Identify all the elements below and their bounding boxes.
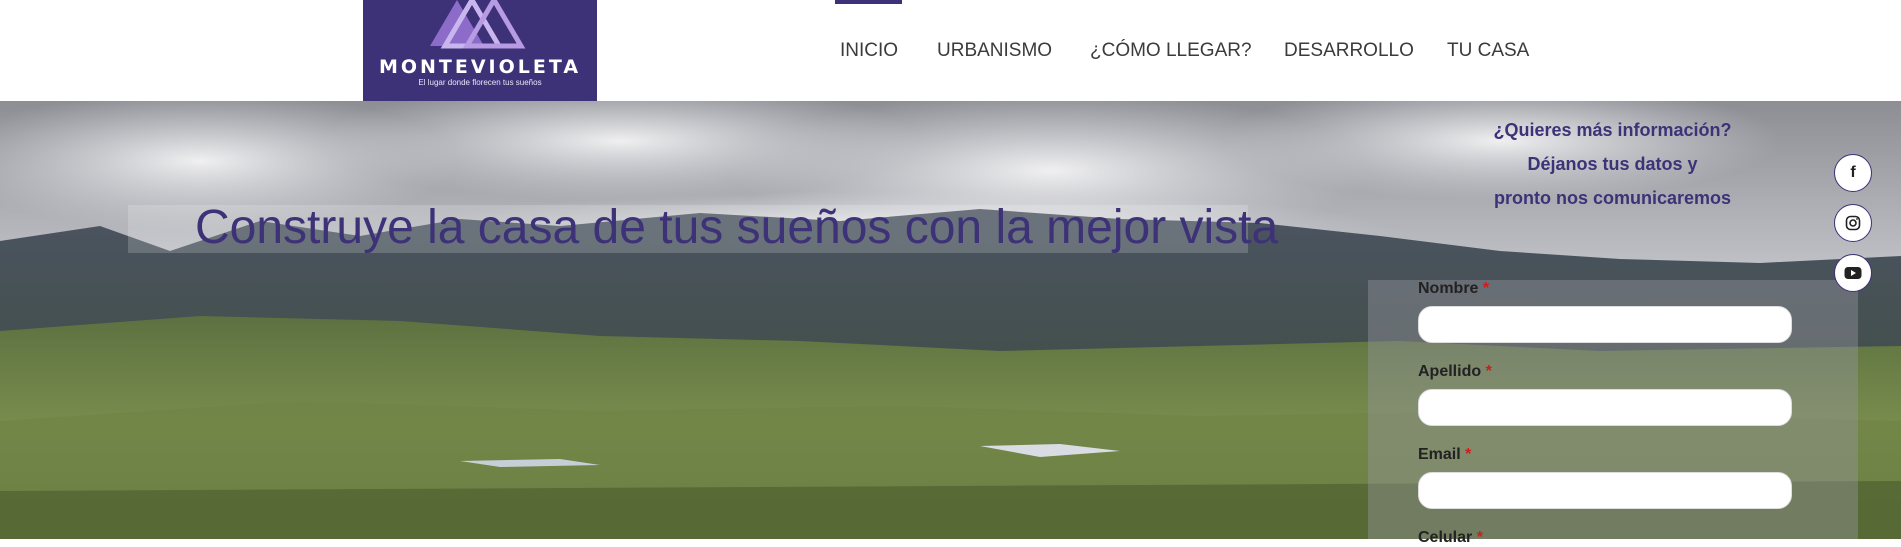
hero-headline: Construye la casa de tus sueños con la m…	[195, 201, 1279, 254]
nombre-label: Nombre *	[1418, 280, 1490, 297]
nav-item-tu-casa[interactable]: TU CASA	[1447, 40, 1529, 62]
instagram-button[interactable]	[1834, 204, 1872, 242]
info-line-1: ¿Quieres más información?	[1493, 120, 1732, 140]
nav-item-inicio[interactable]: INICIO	[840, 40, 898, 62]
nav-item-desarrollo[interactable]: DESARROLLO	[1284, 40, 1414, 62]
required-marker: *	[1476, 529, 1483, 546]
logo-mark-icon	[430, 0, 526, 49]
youtube-button[interactable]	[1834, 254, 1872, 292]
required-marker: *	[1482, 280, 1490, 297]
facebook-icon: f	[1850, 164, 1856, 181]
nav-active-indicator	[835, 0, 902, 4]
nav-item-urbanismo[interactable]: URBANISMO	[937, 40, 1052, 62]
info-callout: ¿Quieres más información? Déjanos tus da…	[1470, 113, 1755, 215]
email-label: Email *	[1418, 446, 1472, 463]
brand-logo[interactable]: MONTEVIOLETA El lugar donde florecen tus…	[363, 0, 597, 101]
required-marker: *	[1465, 446, 1472, 463]
youtube-icon	[1844, 267, 1862, 279]
brand-tagline: El lugar donde florecen tus sueños	[418, 78, 542, 87]
celular-label: Celular *	[1418, 529, 1483, 546]
email-input[interactable]	[1418, 472, 1792, 509]
facebook-button[interactable]: f	[1834, 154, 1872, 192]
apellido-input[interactable]	[1418, 389, 1792, 426]
instagram-icon	[1845, 215, 1861, 231]
site-header: MONTEVIOLETA El lugar donde florecen tus…	[0, 0, 1901, 101]
brand-name: MONTEVIOLETA	[378, 56, 582, 78]
nombre-input[interactable]	[1418, 306, 1792, 343]
info-line-2: Déjanos tus datos y	[1527, 154, 1698, 174]
nav-item-como-llegar[interactable]: ¿CÓMO LLEGAR?	[1090, 40, 1252, 62]
apellido-label: Apellido *	[1418, 363, 1492, 380]
info-line-3: pronto nos comunicaremos	[1493, 188, 1732, 208]
required-marker: *	[1485, 363, 1492, 380]
